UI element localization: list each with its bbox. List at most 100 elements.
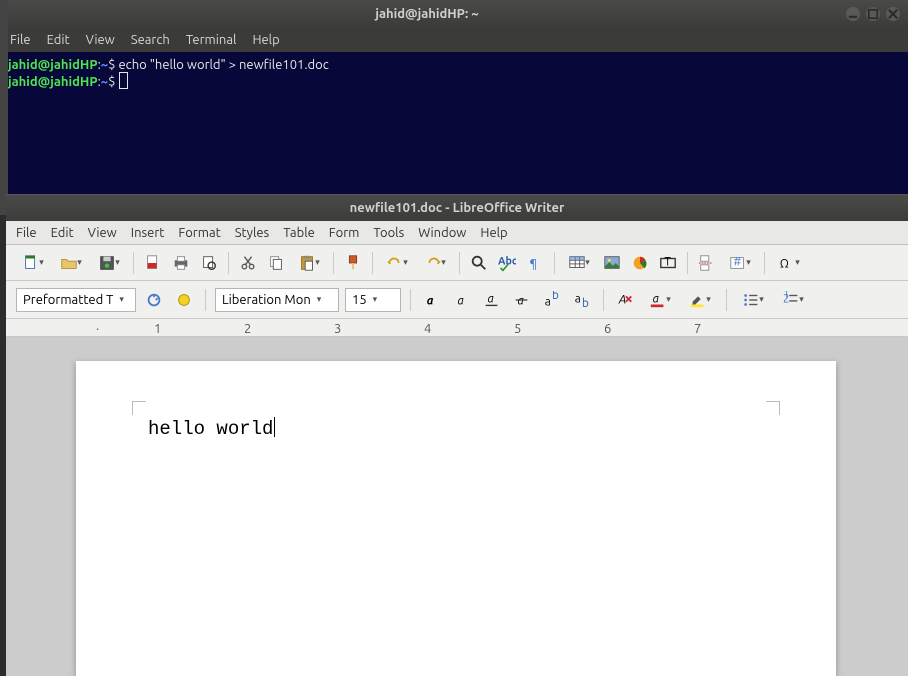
unity-launcher-edge: [0, 0, 8, 215]
new-style-button[interactable]: [172, 288, 196, 312]
bullet-list-button[interactable]: [736, 288, 770, 312]
new-document-button[interactable]: [16, 251, 50, 275]
lo-menu-help[interactable]: Help: [480, 226, 507, 240]
svg-text:a: a: [518, 294, 524, 307]
format-paintbrush-button[interactable]: [341, 251, 365, 275]
svg-text:2: 2: [783, 292, 790, 305]
terminal-menubar: File Edit View Search Terminal Help: [0, 28, 908, 52]
minimize-button[interactable]: [846, 7, 860, 21]
lo-menu-file[interactable]: File: [16, 226, 37, 240]
lo-menu-format[interactable]: Format: [178, 226, 220, 240]
paragraph-style-select[interactable]: Preformatted T▾: [16, 288, 136, 312]
clear-formatting-button[interactable]: A: [613, 288, 637, 312]
lo-menu-view[interactable]: View: [88, 226, 117, 240]
separator: [205, 289, 206, 311]
paragraph-style-value: Preformatted T: [23, 293, 113, 307]
svg-text:b: b: [552, 291, 559, 302]
lo-menu-table[interactable]: Table: [283, 226, 315, 240]
insert-symbol-button[interactable]: Ω: [772, 251, 806, 275]
svg-text:T: T: [664, 255, 671, 268]
terminal-window: jahid@jahidHP: ~ File Edit View Search T…: [0, 0, 908, 215]
menu-search[interactable]: Search: [131, 33, 170, 47]
cut-button[interactable]: [236, 251, 260, 275]
paste-button[interactable]: [292, 251, 326, 275]
print-button[interactable]: [169, 251, 193, 275]
insert-image-button[interactable]: [600, 251, 624, 275]
undo-button[interactable]: [380, 251, 414, 275]
separator: [410, 289, 411, 311]
save-button[interactable]: [92, 251, 126, 275]
formatting-marks-button[interactable]: ¶: [523, 251, 547, 275]
document-area[interactable]: hello world: [6, 337, 908, 676]
font-name-select[interactable]: Liberation Mon▾: [215, 288, 339, 312]
superscript-button[interactable]: ab: [540, 288, 564, 312]
lo-menu-insert[interactable]: Insert: [131, 226, 165, 240]
text-cursor: [274, 417, 275, 437]
terminal-title: jahid@jahidHP: ~: [8, 7, 846, 21]
font-color-button[interactable]: a: [643, 288, 677, 312]
insert-textbox-button[interactable]: T: [656, 251, 680, 275]
document-page[interactable]: hello world: [76, 361, 836, 676]
menu-terminal[interactable]: Terminal: [186, 33, 237, 47]
margin-corner-icon: [766, 401, 780, 415]
print-preview-button[interactable]: [197, 251, 221, 275]
insert-page-break-button[interactable]: [695, 251, 719, 275]
separator: [726, 289, 727, 311]
highlight-color-button[interactable]: [683, 288, 717, 312]
svg-text:a: a: [427, 294, 434, 307]
terminal-command: echo "hello world" > newfile101.doc: [118, 58, 328, 72]
separator: [333, 252, 334, 274]
lo-menu-window[interactable]: Window: [418, 226, 466, 240]
menu-help[interactable]: Help: [252, 33, 279, 47]
libreoffice-titlebar[interactable]: newfile101.doc - LibreOffice Writer: [6, 195, 908, 221]
svg-text:#: #: [734, 255, 742, 268]
menu-file[interactable]: File: [10, 33, 31, 47]
font-size-value: 15: [352, 293, 367, 307]
close-button[interactable]: [886, 7, 900, 21]
lo-menu-tools[interactable]: Tools: [373, 226, 404, 240]
svg-text:¶: ¶: [530, 257, 537, 270]
svg-text:a: a: [575, 292, 581, 305]
font-size-select[interactable]: 15▾: [345, 288, 401, 312]
separator: [372, 252, 373, 274]
spellcheck-button[interactable]: Abc: [495, 251, 519, 275]
libreoffice-toolbar-main: Abc ¶ T # Ω: [6, 245, 908, 281]
lo-menu-edit[interactable]: Edit: [51, 226, 74, 240]
maximize-button[interactable]: [866, 7, 880, 21]
svg-text:A: A: [618, 293, 627, 306]
libreoffice-menubar: File Edit View Insert Format Styles Tabl…: [6, 221, 908, 245]
prompt-symbol: $: [108, 58, 115, 72]
insert-chart-button[interactable]: [628, 251, 652, 275]
bold-button[interactable]: a: [420, 288, 444, 312]
terminal-line-2: jahid@jahidHP:~$: [8, 72, 900, 89]
italic-button[interactable]: a: [450, 288, 474, 312]
copy-button[interactable]: [264, 251, 288, 275]
horizontal-ruler[interactable]: · 1 2 3 4 5 6 7: [6, 319, 908, 337]
prompt-user: jahid@jahidHP: [8, 75, 98, 89]
separator: [764, 252, 765, 274]
redo-button[interactable]: [418, 251, 452, 275]
terminal-titlebar[interactable]: jahid@jahidHP: ~: [0, 0, 908, 28]
separator: [228, 252, 229, 274]
update-style-button[interactable]: [142, 288, 166, 312]
strikethrough-button[interactable]: a: [510, 288, 534, 312]
insert-field-button[interactable]: #: [723, 251, 757, 275]
svg-text:a: a: [545, 295, 551, 308]
terminal-body[interactable]: jahid@jahidHP:~$ echo "hello world" > ne…: [0, 52, 908, 215]
svg-text:a: a: [488, 292, 494, 305]
svg-text:a: a: [653, 292, 659, 305]
menu-view[interactable]: View: [86, 33, 115, 47]
underline-button[interactable]: a: [480, 288, 504, 312]
insert-table-button[interactable]: [562, 251, 596, 275]
lo-menu-form[interactable]: Form: [329, 226, 360, 240]
svg-text:a: a: [458, 294, 464, 307]
menu-edit[interactable]: Edit: [47, 33, 70, 47]
export-pdf-button[interactable]: [141, 251, 165, 275]
numbered-list-button[interactable]: 12: [776, 288, 810, 312]
lo-menu-styles[interactable]: Styles: [235, 226, 269, 240]
subscript-button[interactable]: ab: [570, 288, 594, 312]
open-button[interactable]: [54, 251, 88, 275]
libreoffice-window: newfile101.doc - LibreOffice Writer File…: [6, 194, 908, 676]
find-replace-button[interactable]: [467, 251, 491, 275]
document-text[interactable]: hello world: [148, 418, 273, 440]
